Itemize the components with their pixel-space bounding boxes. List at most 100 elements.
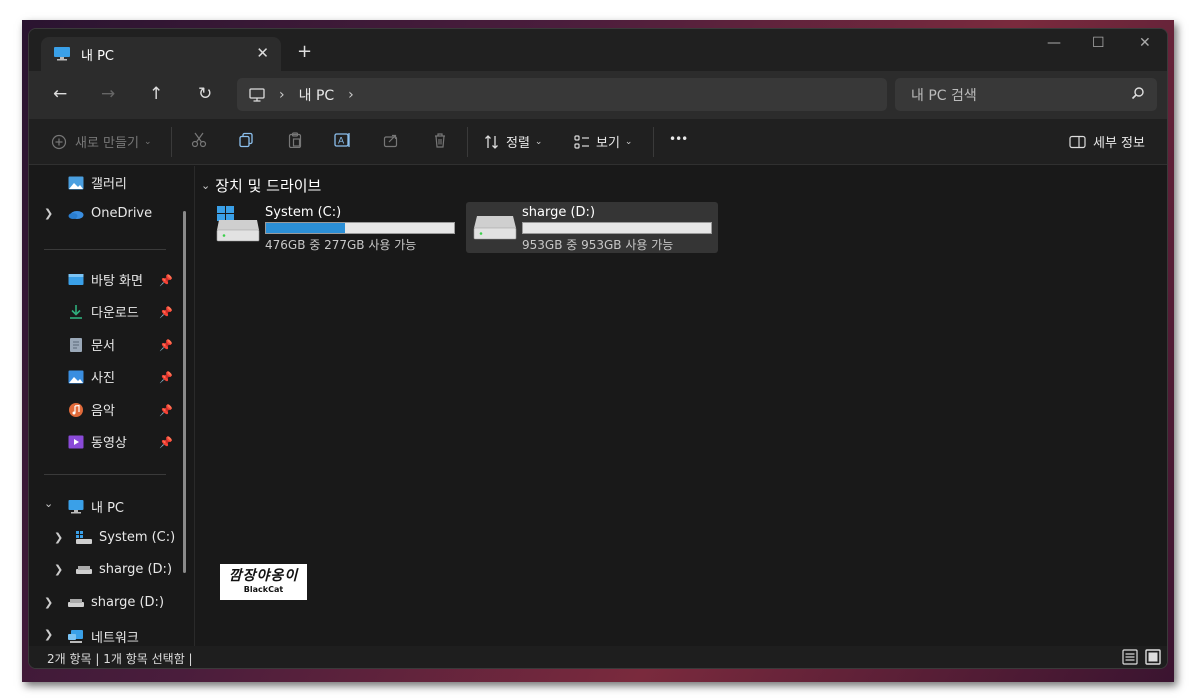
drive-name: System (C:) [265,205,342,220]
sidebar-item-this-pc[interactable]: ⌄ 내 PC [44,497,124,516]
up-button[interactable]: ↑ [149,84,163,104]
minimize-button[interactable]: — [1047,35,1061,51]
pin-icon[interactable]: 📌 [159,404,173,417]
sort-label: 정렬 [506,136,530,151]
cloud-icon [68,210,84,219]
section-title: 장치 및 드라이브 [215,177,322,195]
status-bar: 2개 항목 | 1개 항목 선택함 | [29,646,1167,668]
sidebar-item-sharge-d[interactable]: ❯ sharge (D:) [54,562,172,577]
chevron-right-icon[interactable]: ❯ [44,207,53,220]
drive-system-c[interactable]: System (C:) 476GB 중 277GB 사용 가능 [209,202,461,253]
view-list-icon [574,134,589,149]
chevron-down-icon: ⌄ [534,136,543,147]
monitor-icon [68,499,84,513]
sidebar-divider [44,474,166,475]
pin-icon[interactable]: 📌 [159,436,173,449]
pane-divider [194,166,195,646]
tab-this-pc[interactable]: 내 PC ✕ [41,37,281,71]
drive-space-info: 476GB 중 277GB 사용 가능 [265,238,417,252]
sidebar-item-downloads[interactable]: 다운로드 [68,302,139,321]
sidebar-label: 문서 [91,339,115,354]
sidebar-item-music[interactable]: 음악 [68,400,115,419]
new-button-label: 새로 만들기 [75,136,139,151]
tiles-view-icon[interactable] [1145,649,1161,665]
share-icon[interactable] [383,132,399,148]
chevron-down-icon: ⌄ [624,136,633,147]
forward-button[interactable]: → [101,84,115,104]
section-header-devices[interactable]: ⌄ 장치 및 드라이브 [201,175,321,196]
drive-usage-bar [265,222,455,234]
sidebar-label: 음악 [91,404,115,419]
close-window-button[interactable]: ✕ [1139,35,1151,51]
breadcrumb-this-pc[interactable]: 내 PC [299,85,335,105]
sidebar-item-sharge-d-root[interactable]: ❯ sharge (D:) [44,595,165,610]
details-label: 세부 정보 [1093,136,1145,151]
sidebar-item-system-c[interactable]: ❯ System (C:) [54,530,175,545]
sidebar-item-videos[interactable]: 동영상 [68,432,127,451]
file-explorer-window: 내 PC ✕ + — ☐ ✕ ← → ↑ ↻ › 내 PC › 내 PC 검색 [28,28,1168,669]
sort-icon [485,134,498,149]
drive-icon [76,565,92,574]
sidebar-item-documents[interactable]: 문서 [68,335,115,354]
sidebar-label: 갤러리 [91,177,127,192]
watermark-logo: 깜장야옹이 BlackCat [220,564,307,600]
copy-icon[interactable] [238,132,254,148]
tab-title: 내 PC [81,48,115,64]
sidebar-item-gallery[interactable]: 갤러리 [68,173,127,192]
search-box[interactable]: 내 PC 검색 [895,78,1157,111]
view-button[interactable]: 보기 ⌄ [574,132,632,151]
desktop-icon [68,273,84,285]
sidebar-scrollbar[interactable] [183,211,186,573]
more-options-button[interactable]: ••• [669,132,688,146]
details-view-icon[interactable] [1122,649,1138,665]
new-tab-button[interactable]: + [297,41,312,62]
toolbar-divider [171,127,172,157]
pictures-icon [68,370,84,383]
back-button[interactable]: ← [53,84,67,104]
address-bar[interactable]: › 내 PC › [237,78,887,111]
drive-usage-fill [266,223,345,233]
cut-icon[interactable] [191,132,207,148]
pin-icon[interactable]: 📌 [159,339,173,352]
drive-icon [473,216,517,240]
chevron-right-icon[interactable]: ❯ [44,596,53,609]
music-icon [69,402,83,417]
sidebar-label: 동영상 [91,436,127,451]
delete-icon[interactable] [432,132,448,148]
details-pane-button[interactable]: 세부 정보 [1069,132,1145,151]
pin-icon[interactable]: 📌 [159,306,173,319]
breadcrumb-separator[interactable]: › [348,87,354,103]
network-icon [68,629,83,643]
chevron-down-icon[interactable]: ⌄ [44,497,53,510]
status-text: 2개 항목 | 1개 항목 선택함 | [47,652,193,666]
sidebar-label: 바탕 화면 [91,274,143,289]
new-button[interactable]: 새로 만들기 ⌄ [51,132,151,151]
plus-circle-icon [51,134,67,149]
rename-icon[interactable]: A [334,132,352,148]
paste-icon[interactable] [287,132,303,148]
drive-sharge-d[interactable]: sharge (D:) 953GB 중 953GB 사용 가능 [466,202,718,253]
sidebar-label: sharge (D:) [91,595,165,610]
sidebar-item-network[interactable]: ❯ 네트워크 [44,627,139,646]
monitor-icon [249,87,265,102]
sidebar-label: 네트워크 [91,631,139,646]
details-pane-icon [1069,135,1086,148]
search-icon [1131,87,1144,100]
sidebar-item-onedrive[interactable]: ❯ OneDrive [44,206,152,221]
pin-icon[interactable]: 📌 [159,274,173,287]
chevron-right-icon[interactable]: ❯ [44,628,53,641]
refresh-button[interactable]: ↻ [198,84,212,104]
maximize-button[interactable]: ☐ [1092,35,1105,51]
chevron-down-icon: ⌄ [143,136,152,147]
breadcrumb-separator[interactable]: › [279,87,285,103]
svg-text:A: A [338,137,345,147]
pin-icon[interactable]: 📌 [159,371,173,384]
chevron-right-icon[interactable]: ❯ [54,563,63,576]
watermark-subtitle: BlackCat [243,585,284,594]
tab-close-button[interactable]: ✕ [256,44,269,62]
sidebar-label: 다운로드 [91,306,139,321]
sidebar-item-desktop[interactable]: 바탕 화면 [68,270,143,289]
sidebar-item-pictures[interactable]: 사진 [68,367,115,386]
chevron-right-icon[interactable]: ❯ [54,531,63,544]
sort-button[interactable]: 정렬 ⌄ [484,132,542,151]
